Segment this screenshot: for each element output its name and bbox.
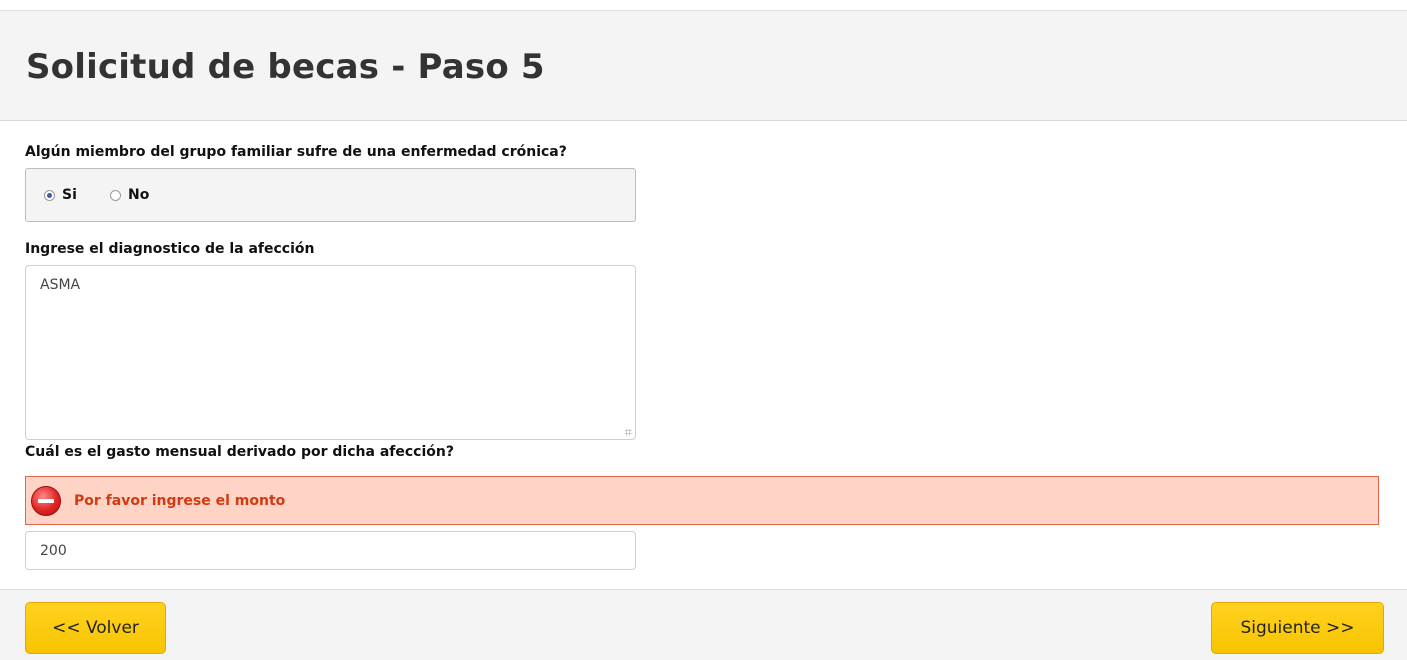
radio-option-no[interactable]: No [110, 187, 149, 203]
resize-grip-icon[interactable] [625, 429, 632, 436]
chronic-radio-group: Si No [25, 168, 636, 222]
radio-no-circle[interactable] [110, 189, 121, 201]
expense-value: 200 [40, 542, 67, 559]
error-message: Por favor ingrese el monto [74, 492, 286, 509]
diagnosis-label: Ingrese el diagnostico de la afección [25, 241, 315, 257]
footer-bar: << Volver Siguiente >> [0, 589, 1407, 660]
radio-no-label: No [128, 187, 150, 203]
expense-input[interactable]: 200 [25, 531, 636, 570]
radio-option-si[interactable]: Si [44, 187, 77, 203]
back-button[interactable]: << Volver [25, 602, 166, 654]
error-alert: Por favor ingrese el monto [25, 476, 1379, 525]
next-button[interactable]: Siguiente >> [1211, 602, 1384, 654]
diagnosis-value: ASMA [40, 277, 81, 293]
chronic-question-label: Algún miembro del grupo familiar sufre d… [25, 144, 567, 160]
page-title: Solicitud de becas - Paso 5 [26, 47, 545, 87]
error-minus-icon [31, 485, 61, 516]
diagnosis-textarea[interactable]: ASMA [25, 265, 636, 440]
radio-si-label: Si [62, 187, 77, 203]
page-header: Solicitud de becas - Paso 5 [0, 11, 1407, 121]
radio-si-circle[interactable] [44, 189, 55, 201]
expense-label: Cuál es el gasto mensual derivado por di… [25, 444, 454, 460]
